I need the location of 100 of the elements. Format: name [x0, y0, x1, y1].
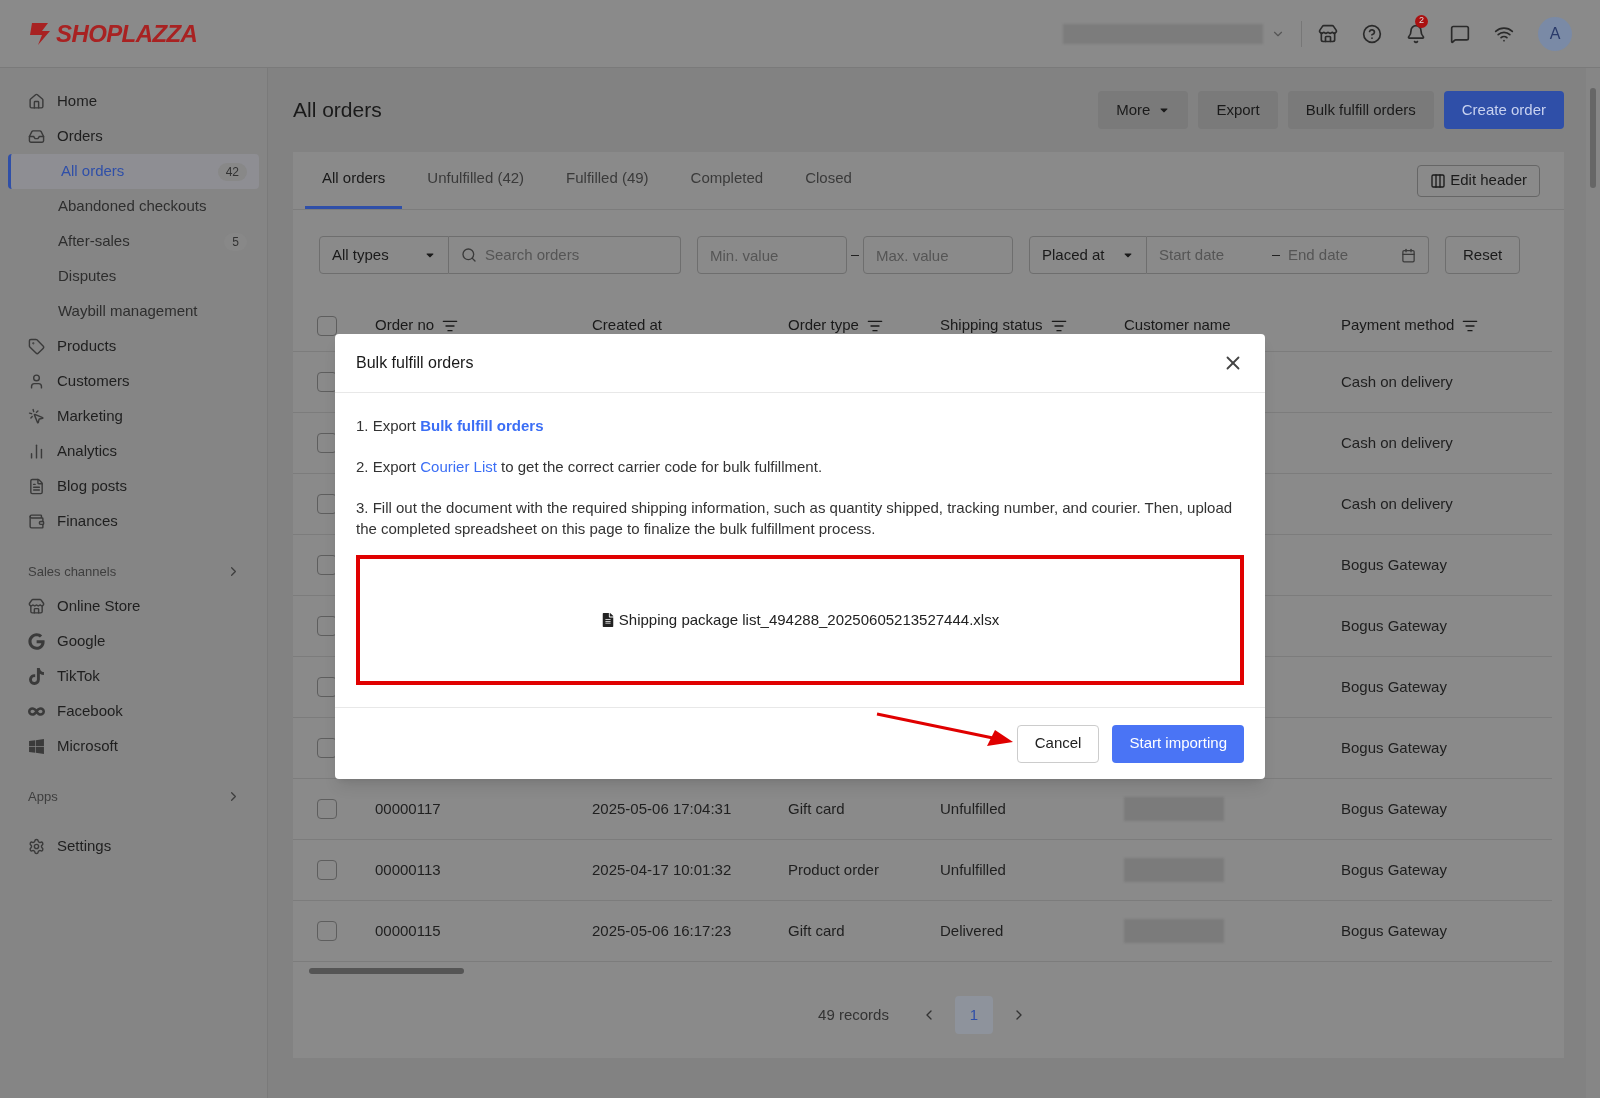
cancel-button[interactable]: Cancel: [1016, 724, 1100, 763]
tab[interactable]: Fulfilled (49): [549, 151, 666, 209]
user-avatar[interactable]: A: [1538, 16, 1572, 51]
row-checkbox[interactable]: [317, 372, 337, 392]
column-header: Created at: [592, 315, 663, 336]
nav-item[interactable]: Products: [0, 329, 267, 364]
nav-item[interactable]: Finances: [0, 504, 267, 539]
settings-icon: [28, 838, 45, 855]
notifications-icon[interactable]: [1406, 23, 1426, 44]
nav-item[interactable]: Customers: [0, 364, 267, 399]
table-cell: Bogus Gateway: [1341, 616, 1447, 634]
type-select[interactable]: All types: [319, 236, 449, 274]
calendar-icon: [1401, 247, 1416, 263]
section-heading: Sales channels: [28, 562, 118, 581]
nav-subitem[interactable]: After-sales 5: [8, 224, 259, 259]
download-link[interactable]: Courier List: [420, 458, 497, 475]
instruction-text: 2. Export Courier List to get the correct carrier code for bulk fulfillment.: [356, 457, 824, 477]
table-cell: Cash on delivery: [1341, 433, 1453, 451]
nav-item[interactable]: Blog posts: [0, 469, 267, 504]
table-cell: Cash on delivery: [1341, 494, 1453, 512]
row-checkbox[interactable]: [317, 433, 337, 453]
page-button[interactable]: 1: [954, 996, 993, 1034]
row-checkbox[interactable]: [317, 555, 337, 575]
section-heading: Apps: [28, 787, 59, 806]
action-button[interactable]: More: [1098, 91, 1189, 129]
table-cell: Unfulfilled: [940, 860, 1006, 878]
table-cell: Unfulfilled: [940, 799, 1006, 817]
instruction-text: 3. Fill out the document with the required shipping information, such as quantity shipped, tracking number, and courier. Then, upload the completed spreadsheet on this page to finalize the bulk fulfillment process.: [356, 498, 1234, 539]
select-all-checkbox[interactable]: [317, 315, 337, 336]
row-checkbox[interactable]: [317, 616, 337, 636]
row-checkbox[interactable]: [317, 799, 337, 819]
table-cell: Bogus Gateway: [1341, 677, 1447, 695]
column-header: Shipping status: [940, 315, 1043, 336]
inbox-icon: [28, 128, 45, 145]
table-cell: Bogus Gateway: [1341, 799, 1447, 817]
vertical-scrollbar[interactable]: [1586, 68, 1600, 1098]
file-icon: [600, 613, 615, 627]
logo-text: SHOPLAZZA: [56, 18, 198, 49]
count-badge: 42: [217, 162, 247, 181]
store-icon[interactable]: [1318, 23, 1338, 44]
edit-header-button[interactable]: Edit header: [1417, 164, 1540, 197]
table-cell: 2025-05-06 17:04:31: [592, 799, 732, 817]
action-button[interactable]: Export: [1198, 91, 1278, 129]
row-checkbox[interactable]: [317, 494, 337, 514]
table-cell: Delivered: [940, 921, 1004, 939]
tab[interactable]: Unfulfilled (42): [410, 151, 542, 209]
table-cell: Product order: [788, 860, 879, 878]
help-icon[interactable]: [1362, 23, 1382, 44]
nav-item[interactable]: Facebook: [0, 694, 267, 729]
nav-item[interactable]: Microsoft: [0, 729, 267, 764]
table-cell: Bogus Gateway: [1341, 921, 1447, 939]
create-button[interactable]: Create order: [1443, 91, 1564, 129]
horizontal-scrollbar[interactable]: [309, 968, 464, 974]
nav-subitem[interactable]: Waybill management: [8, 294, 259, 329]
nav-item[interactable]: Google: [0, 624, 267, 659]
home-icon: [28, 93, 45, 110]
document-icon: [28, 478, 45, 495]
action-button[interactable]: Bulk fulfill orders: [1287, 91, 1434, 129]
reset-button[interactable]: Reset: [1445, 236, 1521, 274]
search-icon: [461, 247, 477, 263]
chat-icon[interactable]: [1450, 23, 1470, 44]
tab[interactable]: Closed: [788, 151, 869, 209]
row-checkbox[interactable]: [317, 860, 337, 880]
tag-icon: [28, 338, 45, 355]
row-checkbox[interactable]: [317, 677, 337, 697]
dialog-title: Bulk fulfill orders: [356, 353, 475, 373]
columns-icon: [1430, 172, 1447, 189]
upload-area[interactable]: Shipping package list_494288_20250605213527444.xlsx: [356, 555, 1244, 685]
page-title: All orders: [293, 97, 383, 124]
wallet-icon: [28, 513, 45, 530]
nav-item[interactable]: Home: [0, 84, 267, 119]
nav-item[interactable]: Orders: [0, 119, 267, 154]
nav-subitem[interactable]: Abandoned checkouts: [8, 189, 259, 224]
tab[interactable]: Completed: [673, 151, 781, 209]
google-icon: [28, 633, 45, 650]
table-cell: Gift card: [788, 799, 845, 817]
nav-subitem[interactable]: All orders 42: [8, 154, 259, 189]
column-header: Payment method: [1341, 315, 1455, 336]
nav-item[interactable]: Settings: [0, 829, 267, 864]
nav-item[interactable]: Analytics: [0, 434, 267, 469]
records-count: 49 records: [818, 1004, 889, 1025]
nav-item[interactable]: Marketing: [0, 399, 267, 434]
start-importing-button[interactable]: Start importing: [1112, 724, 1244, 763]
table-cell: Cash on delivery: [1341, 372, 1453, 390]
tab[interactable]: All orders: [305, 151, 403, 209]
table-cell: Bogus Gateway: [1341, 860, 1447, 878]
row-checkbox[interactable]: [317, 921, 337, 941]
download-link[interactable]: Bulk fulfill orders: [420, 417, 544, 434]
tiktok-icon: [28, 668, 45, 685]
pointer-icon: [28, 408, 45, 425]
windows-icon: [28, 738, 45, 755]
nav-subitem[interactable]: Disputes: [8, 259, 259, 294]
nav-item[interactable]: Online Store: [0, 589, 267, 624]
row-checkbox[interactable]: [317, 738, 337, 758]
nav-item[interactable]: TikTok: [0, 659, 267, 694]
table-cell: 00000113: [375, 860, 441, 878]
bar-chart-icon: [28, 443, 45, 460]
table-cell: 00000115: [375, 921, 441, 939]
notification-badge: 2: [1415, 14, 1428, 28]
date-type-select[interactable]: Placed at: [1029, 236, 1147, 274]
